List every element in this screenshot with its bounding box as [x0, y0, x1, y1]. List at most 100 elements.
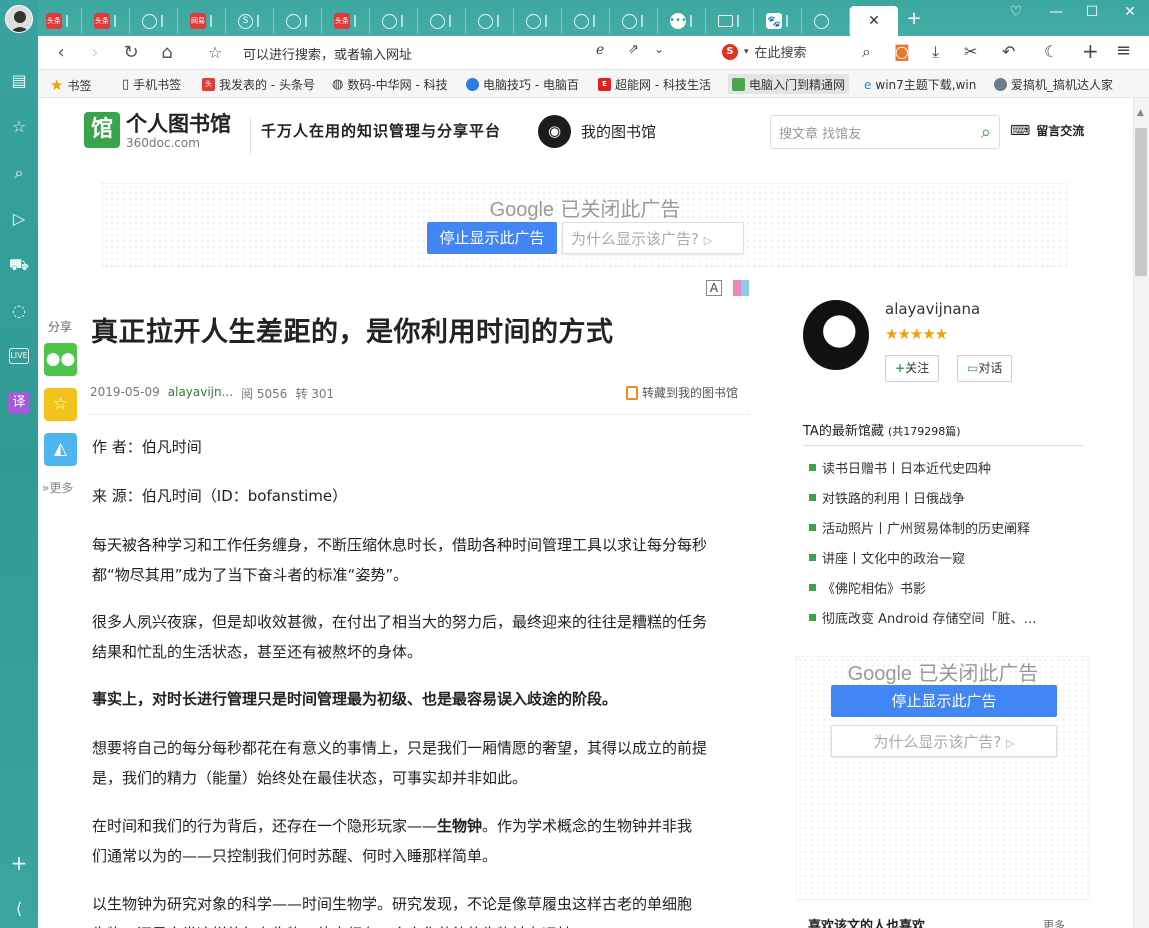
latest-item[interactable]: 彻底改变 Android 存储空间「脏、… — [809, 608, 1037, 627]
star-icon[interactable]: ☆ — [8, 116, 30, 138]
font-size-button[interactable]: A — [706, 280, 722, 296]
qq-icon[interactable]: ◭ — [44, 433, 77, 466]
bookmark-expreview[interactable]: E 超能网 - 科技生活 — [598, 76, 711, 93]
save-to-library-button[interactable]: 转藏到我的图书馆 — [626, 384, 738, 401]
search-icon[interactable]: ⌕ — [8, 162, 30, 184]
chat-button[interactable]: ▭对话 — [957, 355, 1013, 382]
translate-icon[interactable]: 译 — [8, 392, 30, 414]
tab-2[interactable]: 头条 — [86, 8, 130, 34]
bookmark-mobile[interactable]: ▯ 手机书签 — [122, 76, 181, 93]
chat-icon[interactable]: ◌ — [8, 300, 30, 322]
tab-12[interactable] — [566, 8, 610, 34]
tab-6[interactable] — [278, 8, 322, 34]
tab-4[interactable]: 网易 — [182, 8, 226, 34]
refresh-icon[interactable]: ↻ — [120, 42, 142, 63]
tab-7[interactable]: 头条 — [326, 8, 370, 34]
news-icon[interactable]: ▤ — [8, 70, 30, 92]
follow-button[interactable]: +关注 — [885, 355, 940, 382]
minimize-icon[interactable]: — — [1046, 4, 1066, 20]
tab-10[interactable] — [470, 8, 514, 34]
stop-ad-button[interactable]: 停止显示此广告 — [427, 222, 557, 254]
tab-15[interactable] — [710, 8, 754, 34]
bookmark-toutiao[interactable]: 头我发表的 - 头条号 — [202, 76, 315, 93]
download-icon[interactable]: ⤓ — [932, 42, 939, 62]
scrollbar-thumb[interactable] — [1135, 128, 1147, 276]
author-name[interactable]: alayavijnana — [885, 300, 980, 318]
tab-13[interactable] — [614, 8, 658, 34]
add-icon[interactable]: + — [8, 852, 30, 874]
magnifier-icon[interactable]: ⌕ — [862, 42, 871, 62]
bookmark-pc-entry[interactable]: 电脑入门到精通网 — [728, 74, 850, 94]
article-title: 真正拉开人生差距的，是你利用时间的方式 — [91, 317, 614, 348]
site-search[interactable]: 搜文章 找馆友 ⌕ — [770, 115, 1000, 149]
share-more[interactable]: »更多 — [42, 479, 73, 496]
latest-item[interactable]: 对铁路的利用丨日俄战争 — [809, 488, 965, 507]
address-input[interactable]: 可以进行搜索，或者输入网址 — [243, 44, 412, 63]
tab-17[interactable] — [806, 8, 850, 34]
scissors-icon[interactable]: ✂ — [964, 42, 977, 61]
search-input[interactable]: 在此搜索 — [755, 42, 807, 61]
latest-item[interactable]: 讲座丨文化中的政治一窥 — [809, 548, 965, 567]
bookmark-igaoji[interactable]: 爱搞机_搞机达人家 — [994, 76, 1113, 93]
cart-icon[interactable]: ⛟ — [8, 254, 30, 276]
search-icon[interactable]: ⌕ — [981, 122, 991, 143]
theme-color-icon[interactable] — [733, 280, 749, 296]
latest-item[interactable]: 《佛陀相佑》书影 — [809, 578, 926, 597]
latest-item[interactable]: 活动照片丨广州贸易体制的历史阐释 — [809, 518, 1030, 537]
tab-14[interactable]: ••• — [662, 8, 706, 34]
bookmark-pc-tips[interactable]: 电脑技巧 - 电脑百 — [466, 76, 579, 93]
home-icon[interactable]: ⌂ — [156, 42, 178, 63]
collapse-icon[interactable]: ⟨ — [8, 898, 30, 920]
forward-icon[interactable]: › — [84, 42, 106, 63]
bookmark-china-com[interactable]: ◍ 数码-中华网 - 科技 — [332, 76, 448, 93]
undo-icon[interactable]: ↶ — [1002, 42, 1015, 61]
search-box[interactable]: S ▾ 在此搜索 — [722, 42, 807, 61]
menu-icon[interactable]: ≡ — [1116, 40, 1131, 61]
bookmark-win7[interactable]: e win7主题下载,win — [864, 76, 976, 93]
bookmark-star[interactable]: ★ 书签 — [50, 76, 91, 94]
tab-1[interactable]: 头条 — [38, 8, 82, 34]
site-logo[interactable]: 馆 个人图书馆 360doc.com — [84, 112, 231, 150]
live-icon[interactable]: LIVE — [9, 348, 29, 364]
tab-8[interactable] — [374, 8, 418, 34]
wechat-icon[interactable]: ●● — [44, 343, 77, 376]
also-liked-more[interactable]: 更多 — [1043, 917, 1065, 928]
game-icon[interactable]: ◙ — [894, 42, 910, 61]
night-mode-icon[interactable]: ☾ — [1044, 42, 1058, 61]
share-icon[interactable]: ⇗ — [628, 42, 639, 57]
tab-11[interactable] — [518, 8, 562, 34]
star-share-icon[interactable]: ☆ — [44, 388, 77, 421]
tab-5[interactable]: S — [230, 8, 274, 34]
scroll-up-icon[interactable]: ▲ — [1137, 108, 1144, 118]
author-avatar[interactable] — [803, 300, 869, 370]
tab-3[interactable] — [134, 8, 178, 34]
shirt-icon[interactable]: ♡ — [1006, 4, 1026, 20]
video-icon[interactable]: ▷ — [8, 208, 30, 230]
logo-title: 个人图书馆 — [126, 111, 231, 136]
back-icon[interactable]: ‹ — [50, 42, 72, 63]
why-ad-button[interactable]: 为什么显示该广告? ▷ — [831, 725, 1057, 757]
why-ad-button[interactable]: 为什么显示该广告? ▷ — [562, 222, 744, 254]
latest-item[interactable]: 读书日赠书丨日本近代史四种 — [809, 458, 991, 477]
message-link[interactable]: ⌨ 留言交流 — [1010, 122, 1084, 139]
plus-icon[interactable]: + — [1082, 39, 1099, 63]
user-avatar[interactable] — [5, 5, 33, 33]
ie-icon[interactable]: ℯ — [596, 42, 604, 58]
tab-16[interactable]: 🐾 — [758, 8, 802, 34]
article-reposts: 转 301 — [295, 387, 335, 401]
chevron-down-icon[interactable]: ⌄ — [654, 42, 664, 56]
new-tab-icon[interactable]: + — [904, 8, 924, 29]
article-author[interactable]: alayavijn... — [168, 385, 233, 402]
site-search-input[interactable]: 搜文章 找馆友 — [779, 123, 861, 142]
tab-active[interactable]: ✕ — [850, 6, 898, 36]
stop-ad-button[interactable]: 停止显示此广告 — [831, 685, 1057, 717]
globe-icon — [142, 13, 157, 29]
my-library-link[interactable]: ◉ 我的图书馆 — [538, 115, 656, 148]
favorite-star-icon[interactable]: ☆ — [204, 43, 226, 62]
window-close-icon[interactable]: ✕ — [1120, 4, 1140, 20]
tab-9[interactable] — [422, 8, 466, 34]
close-icon[interactable]: ✕ — [868, 13, 880, 29]
toutiao-icon: 头条 — [94, 13, 110, 29]
maximize-icon[interactable]: ☐ — [1082, 4, 1102, 20]
netease-icon: 网易 — [190, 13, 206, 29]
